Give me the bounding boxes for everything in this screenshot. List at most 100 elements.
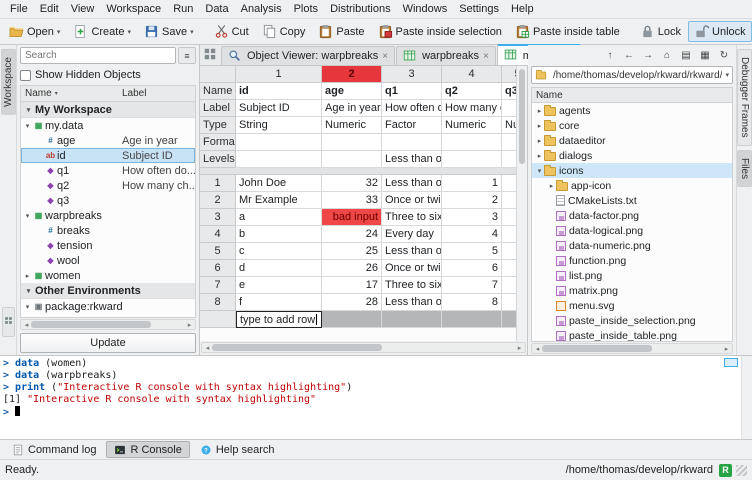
data-cell[interactable]: 6	[442, 260, 502, 277]
cut-button[interactable]: Cut	[208, 21, 255, 42]
data-cell[interactable]: Once or twice...	[382, 260, 442, 277]
meta-cell[interactable]	[502, 151, 516, 168]
menu-run[interactable]: Run	[167, 2, 199, 16]
expand-arrow-icon[interactable]: ▸	[535, 122, 544, 130]
data-cell[interactable]: 7	[502, 226, 516, 243]
data-cell[interactable]: Less than onc...	[382, 243, 442, 260]
scroll-left-icon[interactable]: ◂	[22, 321, 31, 329]
back-icon[interactable]: ←	[620, 48, 638, 64]
workspace-item-q3[interactable]: ◆q3	[21, 193, 195, 208]
expand-arrow-icon[interactable]: ▸	[23, 272, 32, 280]
r-engine-status-badge[interactable]: R	[719, 464, 732, 477]
workspace-item-package-rkward[interactable]: ▾▣package:rkward	[21, 299, 195, 314]
meta-row-label-type[interactable]: Type	[200, 117, 236, 134]
meta-cell[interactable]	[236, 134, 322, 151]
meta-cell[interactable]: q3	[502, 83, 516, 100]
meta-row-label-label[interactable]: Label	[200, 100, 236, 117]
unlock-button[interactable]: Unlock	[688, 21, 752, 42]
update-button[interactable]: Update	[20, 333, 196, 353]
meta-cell[interactable]	[442, 134, 502, 151]
forward-icon[interactable]: →	[639, 48, 657, 64]
meta-cell[interactable]	[236, 151, 322, 168]
meta-cell[interactable]	[502, 134, 516, 151]
expand-arrow-icon[interactable]: ▸	[535, 152, 544, 160]
scrollbar-handle[interactable]	[31, 321, 151, 328]
data-cell[interactable]: 4	[442, 226, 502, 243]
workspace-item-q2[interactable]: ◆q2How many ch...	[21, 178, 195, 193]
expand-arrow-icon[interactable]: ▸	[547, 182, 556, 190]
paste-button[interactable]: Paste	[312, 21, 370, 42]
menu-analysis[interactable]: Analysis	[235, 2, 288, 16]
row-header-6[interactable]: 6	[200, 260, 236, 277]
sync-icon[interactable]: ↻	[715, 48, 733, 64]
name-column-header[interactable]: Name	[25, 88, 52, 99]
meta-cell[interactable]: String	[236, 117, 322, 134]
scroll-left-icon[interactable]: ◂	[203, 344, 212, 352]
window-list-icon[interactable]	[203, 47, 217, 63]
editor-hscrollbar[interactable]: ◂ ▸	[201, 342, 526, 353]
file-item-core[interactable]: ▸core	[532, 118, 732, 133]
workspace-item-id[interactable]: abidSubject ID	[21, 148, 195, 163]
tree-section-my-workspace[interactable]: ▾My Workspace	[21, 102, 195, 118]
home-icon[interactable]: ⌂	[658, 48, 676, 64]
workspace-hscrollbar[interactable]: ◂ ▸	[20, 319, 196, 330]
scroll-left-icon[interactable]: ◂	[533, 345, 542, 353]
show-hidden-checkbox[interactable]: Show Hidden Objects	[20, 67, 196, 83]
search-input[interactable]	[20, 47, 176, 64]
column-header-5[interactable]: 5	[502, 66, 516, 83]
data-cell[interactable]: 10	[502, 175, 516, 192]
collapse-arrow-icon[interactable]: ▾	[23, 122, 32, 130]
combo-dropdown-icon[interactable]: ▾	[725, 71, 729, 79]
menu-file[interactable]: File	[4, 2, 34, 16]
collapse-arrow-icon[interactable]: ▾	[24, 106, 33, 114]
meta-cell[interactable]: q1	[382, 83, 442, 100]
collapse-arrow-icon[interactable]: ▾	[535, 167, 544, 175]
copy-button[interactable]: Copy	[256, 21, 312, 42]
menu-edit[interactable]: Edit	[34, 2, 65, 16]
scroll-right-icon[interactable]: ▸	[515, 344, 524, 352]
meta-cell[interactable]	[322, 134, 382, 151]
scroll-right-icon[interactable]: ▸	[722, 345, 731, 353]
data-cell[interactable]: 9	[502, 192, 516, 209]
collapse-arrow-icon[interactable]: ▾	[24, 287, 33, 295]
meta-cell[interactable]	[382, 134, 442, 151]
scrollbar-handle[interactable]	[519, 69, 525, 164]
data-cell[interactable]: 32	[322, 175, 382, 192]
workspace-item-my-data[interactable]: ▾▦my.data	[21, 118, 195, 133]
tree-section-other-environments[interactable]: ▾Other Environments	[21, 283, 195, 299]
tool-tab-command-log[interactable]: Command log	[4, 441, 104, 458]
resize-grip[interactable]	[736, 465, 747, 476]
data-cell[interactable]: bad input	[322, 209, 382, 226]
data-cell[interactable]: 28	[322, 294, 382, 311]
data-cell[interactable]: 3	[502, 294, 516, 311]
row-header-1[interactable]: 1	[200, 175, 236, 192]
column-header-4[interactable]: 4	[442, 66, 502, 83]
workspace-item-wool[interactable]: ◆wool	[21, 253, 195, 268]
data-cell[interactable]: 8	[502, 209, 516, 226]
data-cell[interactable]: Every day	[382, 226, 442, 243]
meta-row-label-format[interactable]: Format	[200, 134, 236, 151]
document-tab-warpbreaks[interactable]: warpbreaks×	[396, 46, 496, 65]
save-button[interactable]: Save▾	[138, 21, 200, 42]
workspace-dock-tab[interactable]: Workspace	[1, 49, 16, 115]
files-column-header[interactable]: Name	[531, 87, 733, 102]
data-cell[interactable]: 6	[502, 243, 516, 260]
filter-icon[interactable]: ≡	[178, 47, 196, 64]
row-header-8[interactable]: 8	[200, 294, 236, 311]
path-combobox[interactable]: /home/thomas/develop/rkward/rkward/ ▾	[531, 66, 733, 84]
meta-cell[interactable]: Factor	[382, 117, 442, 134]
meta-cell[interactable]	[442, 151, 502, 168]
data-cell[interactable]: 24	[322, 226, 382, 243]
data-cell[interactable]: John Doe	[236, 175, 322, 192]
expand-arrow-icon[interactable]: ▸	[535, 107, 544, 115]
row-header-2[interactable]: 2	[200, 192, 236, 209]
row-header-3[interactable]: 3	[200, 209, 236, 226]
file-item-matrix-png[interactable]: matrix.png	[532, 283, 732, 298]
files-dock-tab[interactable]: Files	[737, 150, 752, 187]
expand-arrow-icon[interactable]: ▸	[535, 137, 544, 145]
meta-cell[interactable]: How often do...	[382, 100, 442, 117]
scrollbar-handle[interactable]	[542, 345, 652, 352]
meta-cell[interactable]: Numeric	[322, 117, 382, 134]
meta-cell[interactable]: Subject ID	[236, 100, 322, 117]
file-item-data-factor-png[interactable]: data-factor.png	[532, 208, 732, 223]
